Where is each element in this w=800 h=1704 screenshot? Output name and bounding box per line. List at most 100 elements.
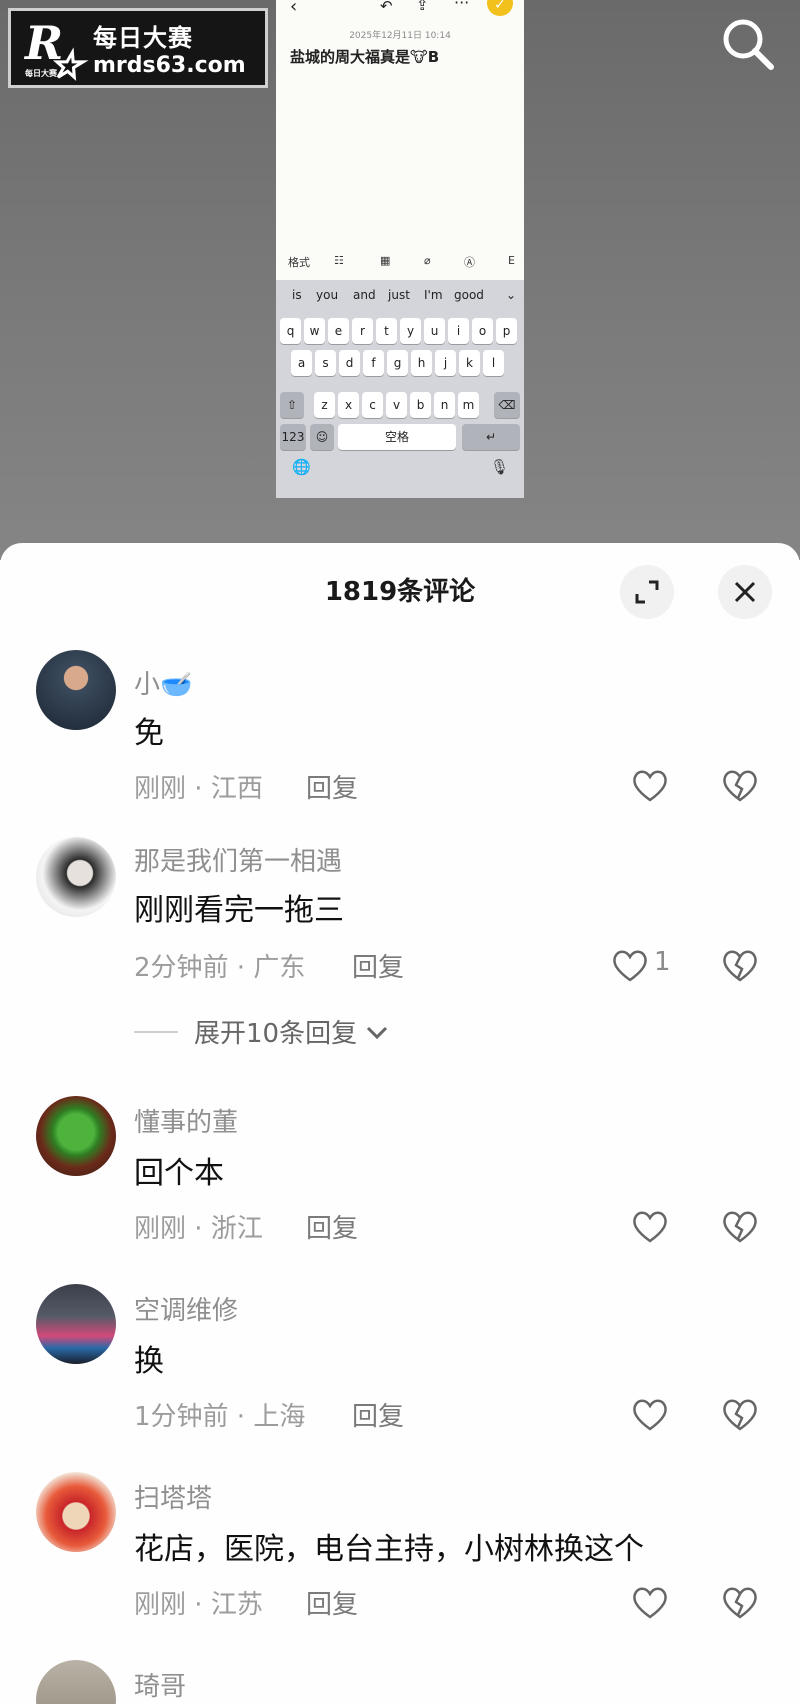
- table-icon: ▦: [380, 254, 391, 267]
- comment-time: 刚刚: [134, 774, 187, 804]
- comment-meta: 刚刚 · 江西: [134, 768, 263, 805]
- heart-icon[interactable]: [610, 946, 650, 986]
- expand-icon: [635, 580, 659, 604]
- comment-text: 花店，医院，电台主持，小树林换这个: [134, 1532, 644, 1567]
- logo-small-text: 每日大赛: [25, 68, 57, 78]
- comment-meta: 刚刚 · 江苏: [134, 1584, 263, 1621]
- emoji-key: ☺: [310, 424, 334, 450]
- numbers-key: 123: [280, 424, 306, 450]
- chevron-down-icon: [367, 1026, 388, 1039]
- keyboard-key: h: [411, 350, 432, 376]
- star-icon: ★: [50, 45, 83, 87]
- broken-heart-icon[interactable]: [720, 946, 760, 986]
- close-icon: [734, 581, 756, 603]
- keyboard-key: z: [314, 392, 335, 418]
- comment-time: 刚刚: [134, 1214, 187, 1244]
- keyboard-key: c: [362, 392, 383, 418]
- comment-username[interactable]: 扫塔塔: [134, 1478, 212, 1515]
- heart-icon[interactable]: [630, 1395, 670, 1435]
- keyboard-key: m: [458, 392, 479, 418]
- keyboard-key: d: [339, 350, 360, 376]
- keyboard-key: q: [280, 318, 301, 344]
- comment-username[interactable]: 琦哥: [134, 1666, 186, 1703]
- comment-meta: 1分钟前 · 上海: [134, 1396, 305, 1433]
- comment-text: 免: [134, 716, 164, 751]
- avatar[interactable]: [36, 1472, 116, 1552]
- comment-text: 刚刚看完一拖三: [134, 893, 344, 928]
- comment-username[interactable]: 那是我们第一相遇: [134, 841, 342, 878]
- keyboard-key: f: [363, 350, 384, 376]
- keyboard-key: b: [410, 392, 431, 418]
- reply-button[interactable]: 回复: [306, 1208, 358, 1245]
- expand-button[interactable]: [620, 565, 674, 619]
- keyboard: is you and just I'm good ⌄ qwertyuiop asd…: [276, 280, 524, 498]
- keyboard-key: t: [376, 318, 397, 344]
- comment-count-title: 1819条评论: [324, 577, 476, 607]
- heart-icon[interactable]: [630, 766, 670, 806]
- suggestion: is: [292, 288, 302, 302]
- avatar[interactable]: [36, 1660, 116, 1704]
- comment-region: 江苏: [210, 1590, 263, 1620]
- watermark-logo: R ★ 每日大赛 每日大赛 mrds63.com: [8, 8, 268, 88]
- broken-heart-icon[interactable]: [720, 1395, 760, 1435]
- divider: [134, 1030, 178, 1033]
- heart-icon[interactable]: [630, 1207, 670, 1247]
- separator: ·: [228, 1402, 254, 1432]
- comment-region: 上海: [253, 1402, 306, 1432]
- watermark-url: mrds63.com: [93, 53, 246, 78]
- keyboard-key: p: [496, 318, 517, 344]
- avatar[interactable]: [36, 1096, 116, 1176]
- globe-icon: 🌐: [292, 458, 311, 476]
- broken-heart-icon[interactable]: [720, 766, 760, 806]
- shift-key: ⇧: [280, 392, 304, 418]
- keyboard-key: e: [328, 318, 349, 344]
- avatar[interactable]: [36, 1284, 116, 1364]
- broken-heart-icon[interactable]: [720, 1207, 760, 1247]
- keyboard-key: v: [386, 392, 407, 418]
- separator: ·: [186, 774, 211, 804]
- keyboard-key: r: [352, 318, 373, 344]
- broken-heart-icon[interactable]: [720, 1583, 760, 1623]
- reply-button[interactable]: 回复: [306, 768, 358, 805]
- logo-emblem: R ★ 每日大赛: [11, 12, 83, 87]
- back-icon: ‹: [290, 0, 298, 17]
- expand-replies-button[interactable]: 展开10条回复: [134, 1013, 391, 1050]
- attachment-icon: ⌀: [424, 254, 431, 267]
- comment-region: 广东: [253, 953, 306, 983]
- keyboard-key: j: [435, 350, 456, 376]
- close-button[interactable]: [718, 565, 772, 619]
- keyboard-key: y: [400, 318, 421, 344]
- comment-username[interactable]: 空调维修: [134, 1290, 238, 1327]
- avatar[interactable]: [36, 650, 116, 730]
- comment-meta: 刚刚 · 浙江: [134, 1208, 263, 1245]
- comment-sheet: 1819条评论 小🥣 免 刚刚 · 江西 回复 那是我们第一相遇 刚刚看完一拖三…: [0, 543, 800, 1704]
- comment-region: 江西: [210, 774, 263, 804]
- return-key: ↵: [462, 424, 520, 450]
- search-button[interactable]: [718, 14, 778, 74]
- separator: ·: [186, 1590, 211, 1620]
- more-icon: ···: [454, 0, 470, 12]
- chevron-down-icon: ⌄: [506, 288, 517, 302]
- comment-text: 换: [134, 1344, 164, 1379]
- comment-username[interactable]: 小🥣: [134, 664, 192, 701]
- undo-icon: ↶: [380, 0, 393, 15]
- suggestion: good: [454, 288, 484, 302]
- keyboard-suggestions: is you and just I'm good ⌄: [276, 280, 524, 310]
- avatar[interactable]: [36, 837, 116, 917]
- keyboard-key: s: [315, 350, 336, 376]
- toolbar-item: 格式: [288, 256, 310, 269]
- keyboard-key: g: [387, 350, 408, 376]
- reply-button[interactable]: 回复: [306, 1584, 358, 1621]
- heart-icon[interactable]: [630, 1583, 670, 1623]
- suggestion: you: [316, 288, 339, 302]
- note-toolbar: 格式 ☷ ▦ ⌀ Ⓐ E: [276, 248, 524, 276]
- keyboard-key: n: [434, 392, 455, 418]
- video-player[interactable]: R ★ 每日大赛 每日大赛 mrds63.com ‹ ↶ ⇪ ··· ✓ 202…: [0, 0, 800, 560]
- like-count: 1: [654, 947, 671, 977]
- keyboard-key: l: [483, 350, 504, 376]
- comment-username[interactable]: 懂事的董: [134, 1102, 238, 1139]
- reply-button[interactable]: 回复: [352, 1396, 404, 1433]
- reply-button[interactable]: 回复: [352, 947, 404, 984]
- suggestion: I'm: [424, 288, 443, 302]
- keyboard-key: u: [424, 318, 445, 344]
